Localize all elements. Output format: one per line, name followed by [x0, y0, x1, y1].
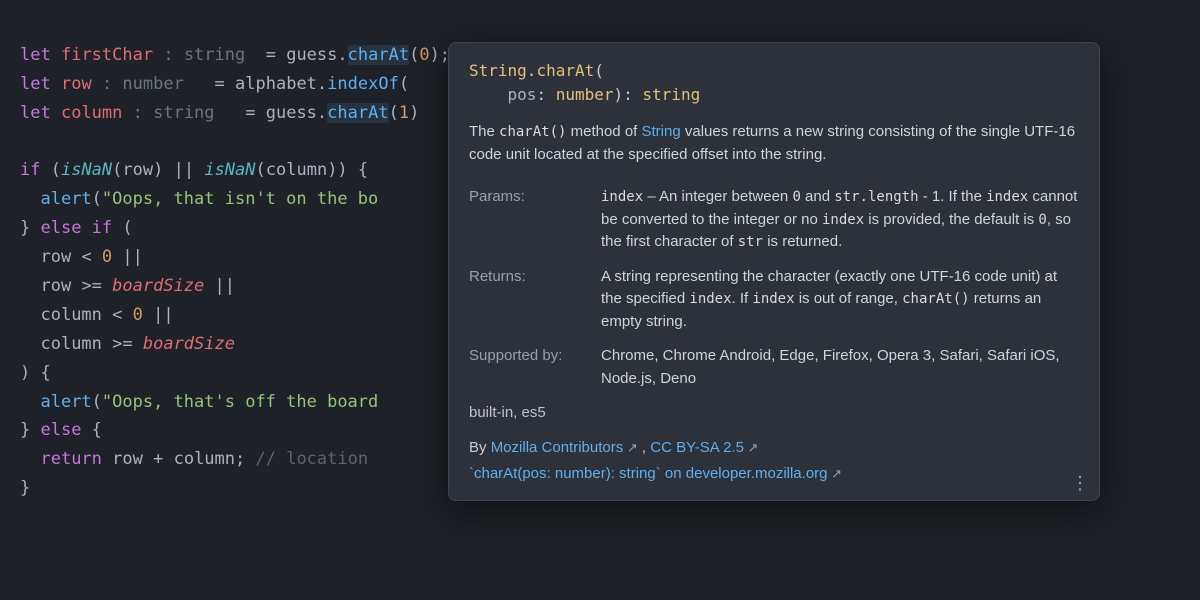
params-row: Params: index – An integer between 0 and…	[449, 180, 1099, 260]
code-line: let column : string = guess.charAt(1)	[20, 103, 419, 123]
mdn-link[interactable]: `charAt(pos: number): string` on develop…	[469, 465, 828, 482]
more-actions-icon[interactable]: ⋮	[1071, 474, 1089, 492]
code-line: row >= boardSize ||	[20, 276, 235, 296]
code-line: } else {	[20, 420, 102, 440]
hover-target-charAt[interactable]: charAt	[348, 45, 409, 65]
returns-row: Returns: A string representing the chara…	[449, 260, 1099, 340]
code-line: column < 0 ||	[20, 305, 174, 325]
contributors-link[interactable]: Mozilla Contributors	[491, 439, 624, 456]
license-link[interactable]: CC BY-SA 2.5	[650, 439, 744, 456]
string-type-link[interactable]: String	[642, 123, 681, 140]
code-line: let row : number = alphabet.indexOf(	[20, 74, 409, 94]
code-line: if (isNaN(row) || isNaN(column)) {	[20, 160, 368, 180]
documentation-popup[interactable]: String.charAt( pos: number): string The …	[448, 42, 1100, 501]
attribution: By Mozilla Contributors ↗ , CC BY-SA 2.5…	[449, 431, 1099, 462]
code-line: alert("Oops, that isn't on the bo	[20, 189, 378, 209]
code-line: return row + column; // location	[20, 449, 368, 469]
code-line: column >= boardSize	[20, 334, 235, 354]
signature: String.charAt( pos: number): string	[449, 43, 1099, 117]
external-link-icon: ↗	[828, 466, 843, 481]
code-line: alert("Oops, that's off the board	[20, 392, 378, 412]
external-link-icon: ↗	[744, 440, 759, 455]
tags: built-in, es5	[449, 396, 1099, 431]
code-line: let firstChar : string = guess.charAt(0)…	[20, 45, 450, 65]
code-line: }	[20, 478, 30, 498]
supported-row: Supported by: Chrome, Chrome Android, Ed…	[449, 339, 1099, 396]
code-line: } else if (	[20, 218, 133, 238]
description: The charAt() method of String values ret…	[449, 117, 1099, 180]
code-line: row < 0 ||	[20, 247, 143, 267]
mdn-link-row: `charAt(pos: number): string` on develop…	[449, 461, 1099, 500]
code-line: ) {	[20, 363, 51, 383]
external-link-icon: ↗	[623, 440, 638, 455]
